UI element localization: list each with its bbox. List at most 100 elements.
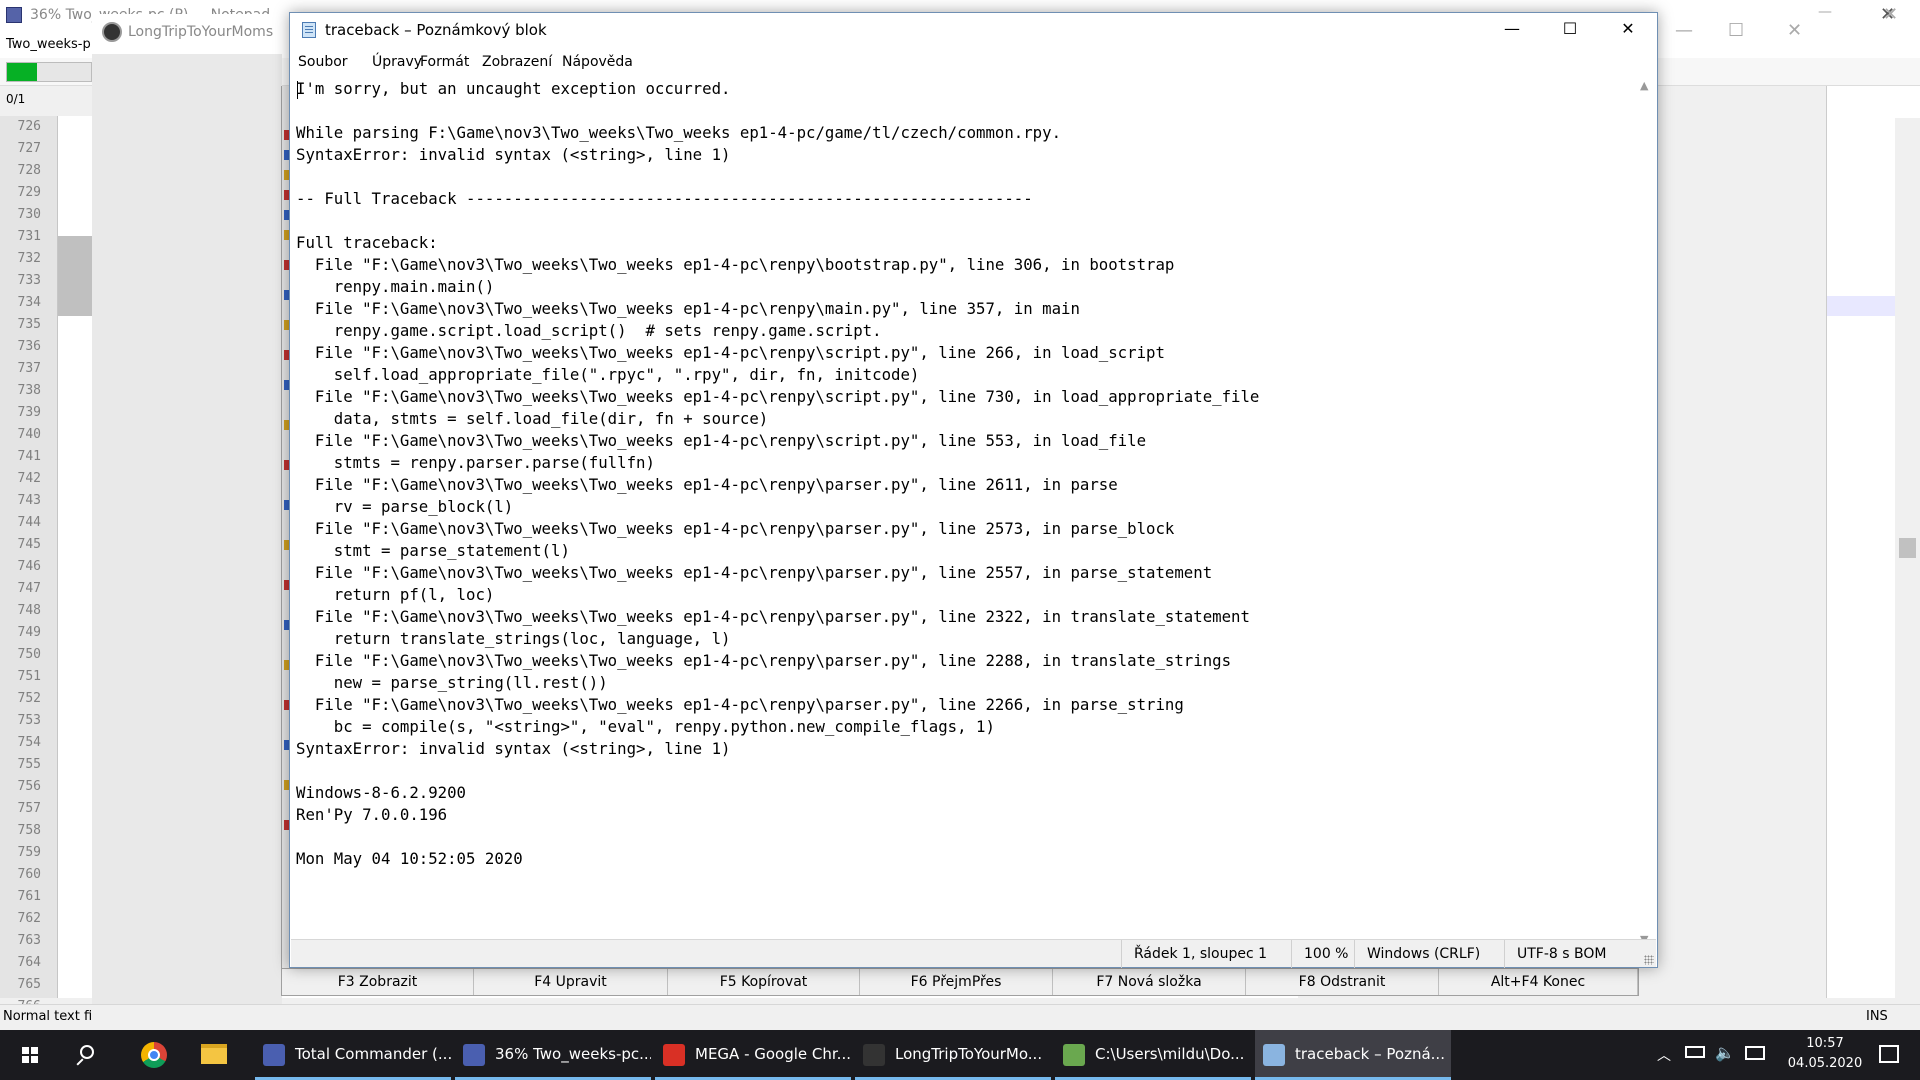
status-zoom: 100 % [1291, 940, 1354, 968]
line-number: 728 [17, 163, 41, 178]
notepad-menubar: Soubor Úpravy Formát Zobrazení Nápověda [290, 51, 1657, 75]
notifications-icon[interactable] [1879, 1045, 1899, 1063]
search-icon [80, 1045, 94, 1059]
taskbar-app-button[interactable]: Total Commander (... [255, 1030, 451, 1080]
statusbar-ins: INS [1866, 1009, 1888, 1024]
line-number: 742 [17, 471, 41, 486]
taskbar-app-button[interactable]: C:\Users\mildu\Do... [1055, 1030, 1251, 1080]
menu-format[interactable]: Formát [420, 54, 469, 70]
chrome-icon [663, 1044, 685, 1066]
line-number: 726 [17, 119, 41, 134]
line-number: 752 [17, 691, 41, 706]
progress-count: 0/1 [6, 92, 26, 106]
volume-icon[interactable]: 🔈 [1715, 1043, 1735, 1062]
line-number: 730 [17, 207, 41, 222]
line-number: 751 [17, 669, 41, 684]
tc-fkey-button[interactable]: F5 Kopírovat [668, 969, 860, 995]
resize-grip[interactable] [1644, 955, 1654, 965]
line-number: 736 [17, 339, 41, 354]
save-disk-icon [6, 7, 22, 23]
notepad-titlebar[interactable]: traceback – Poznámkový blok — ☐ ✕ [290, 13, 1657, 45]
line-number-gutter: 726 727 728 729 730 731 732 733 734 735 736 737 738 7… [0, 116, 58, 1080]
maximize-icon[interactable]: ☐ [1728, 20, 1744, 41]
line-number: 744 [17, 515, 41, 530]
game-window-titlebar[interactable]: LongTripToYourMoms [92, 14, 302, 54]
line-number: 763 [17, 933, 41, 948]
menu-upravy[interactable]: Úpravy [372, 54, 422, 70]
battery-icon[interactable] [1685, 1046, 1705, 1058]
line-number: 759 [17, 845, 41, 860]
notepadpp-scrollbar[interactable] [1895, 118, 1920, 998]
line-number: 762 [17, 911, 41, 926]
line-number: 734 [17, 295, 41, 310]
line-number: 746 [17, 559, 41, 574]
system-tray: ︿ 🔈 10:57 04.05.2020 [1645, 1030, 1920, 1080]
selected-line [1827, 296, 1895, 316]
line-number: 727 [17, 141, 41, 156]
scroll-up-icon[interactable]: ▲ [1640, 79, 1648, 92]
total-commander-icon [263, 1044, 285, 1066]
tc-fkey-button[interactable]: F6 PřejmPřes [860, 969, 1053, 995]
network-icon[interactable] [1745, 1046, 1765, 1060]
taskbar-app-button[interactable]: traceback – Pozná... [1255, 1030, 1451, 1080]
notepad-statusbar: Řádek 1, sloupec 1 100 % Windows (CRLF) … [291, 939, 1656, 968]
clock-time[interactable]: 10:57 [1795, 1036, 1855, 1051]
taskbar-app-button[interactable]: LongTripToYourMo... [855, 1030, 1051, 1080]
game-window-body [92, 54, 282, 1004]
vertical-scrollbar[interactable]: ▲ ▼ [1636, 75, 1656, 951]
menu-zobrazeni[interactable]: Zobrazení [482, 54, 552, 70]
close-icon[interactable]: ✕ [1883, 4, 1898, 25]
line-number: 750 [17, 647, 41, 662]
search-button[interactable] [62, 1030, 114, 1080]
notepadpp-tab[interactable]: Two_weeks-p [0, 34, 92, 56]
line-number: 732 [17, 251, 41, 266]
notepad-icon [302, 22, 316, 38]
text-area[interactable]: I'm sorry, but an uncaught exception occ… [294, 75, 1636, 935]
line-number: 756 [17, 779, 41, 794]
line-number: 731 [17, 229, 41, 244]
windows-logo-icon [22, 1047, 38, 1063]
game-window-title: LongTripToYourMoms [128, 24, 274, 40]
line-number: 737 [17, 361, 41, 376]
line-number: 761 [17, 889, 41, 904]
tc-fkey-button[interactable]: F8 Odstranit [1246, 969, 1439, 995]
notepadpp-statusbar: Normal text fi INS [0, 1004, 1920, 1030]
notepad-title: traceback – Poznámkový blok [325, 21, 547, 39]
close-button[interactable]: ✕ [1599, 13, 1657, 45]
taskbar-app-label: C:\Users\mildu\Do... [1095, 1045, 1245, 1063]
minimize-button[interactable]: — [1483, 13, 1541, 45]
menu-napoveda[interactable]: Nápověda [562, 54, 633, 70]
menu-soubor[interactable]: Soubor [298, 54, 348, 70]
close-icon[interactable]: ✕ [1787, 20, 1802, 41]
line-number: 738 [17, 383, 41, 398]
search-icon-handle [76, 1058, 84, 1066]
progress-bar [6, 62, 92, 82]
line-number: 757 [17, 801, 41, 816]
line-number: 733 [17, 273, 41, 288]
minimize-icon[interactable]: — [1818, 4, 1832, 20]
line-number: 735 [17, 317, 41, 332]
explorer-pinned[interactable] [184, 1030, 244, 1080]
chevron-up-icon[interactable]: ︿ [1657, 1045, 1671, 1065]
line-number: 739 [17, 405, 41, 420]
desktop: 36% Two_weeks-pc (P) ... Notepad ✕ Two_w… [0, 0, 1920, 1080]
maximize-button[interactable]: ☐ [1541, 13, 1599, 45]
status-line-ending: Windows (CRLF) [1354, 940, 1504, 968]
tc-fkey-button[interactable]: Alt+F4 Konec [1439, 969, 1638, 995]
tc-fkey-button[interactable]: F3 Zobrazit [282, 969, 474, 995]
chrome-pinned[interactable] [124, 1030, 184, 1080]
line-number: 743 [17, 493, 41, 508]
line-number: 764 [17, 955, 41, 970]
line-number: 765 [17, 977, 41, 992]
tc-fkey-button[interactable]: F4 Upravit [474, 969, 668, 995]
tc-function-key-bar: F3 Zobrazit F4 Upravit F5 Kopírovat F6 Přej… [281, 968, 1639, 996]
taskbar-app-button[interactable]: MEGA - Google Chr... [655, 1030, 851, 1080]
tc-fkey-button[interactable]: F7 Nová složka [1053, 969, 1246, 995]
scroll-thumb[interactable] [1899, 538, 1916, 558]
clock-date[interactable]: 04.05.2020 [1787, 1056, 1863, 1071]
chrome-icon-center [148, 1049, 160, 1061]
taskbar-app-button[interactable]: 36% Two_weeks-pc.... [455, 1030, 651, 1080]
taskbar: Total Commander (... 36% Two_weeks-pc....… [0, 1030, 1920, 1080]
start-button[interactable] [0, 1030, 60, 1080]
minimize-icon[interactable]: — [1675, 20, 1693, 41]
